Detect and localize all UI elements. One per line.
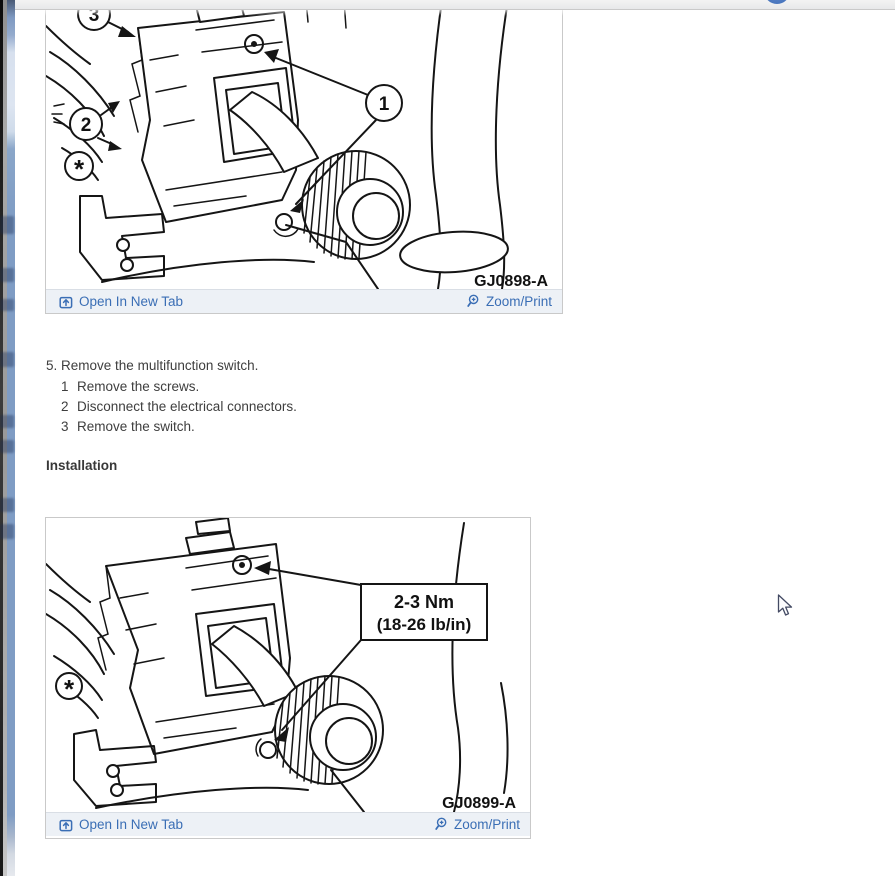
torque-value: 2-3 Nm [394,592,454,612]
background-window-edge-blue [7,0,15,876]
edge-blur-blob [0,440,14,453]
edge-blur-blob [0,498,14,512]
magnifier-plus-icon [466,294,480,309]
zoom-print-label: Zoom/Print [485,293,552,309]
figure-code: GJ0898-A [474,273,548,289]
open-in-new-tab-label: Open In New Tab [79,293,184,309]
substep-number: 3 [61,419,69,434]
zoom-print-label: Zoom/Print [453,816,520,832]
installation-heading: Installation [46,458,118,473]
mouse-cursor [777,594,793,616]
edge-blur-blob [0,268,14,282]
figure-gj0898: 1 3 2 * GJ0898-A Open In New Tab [45,0,563,314]
callout-2-label: 2 [81,115,92,136]
step-number: 5. [46,358,58,373]
substep-2: 2 Disconnect the electrical connectors. [61,399,297,414]
callout-1-label: 1 [379,94,390,115]
callout-star-label: * [64,674,75,704]
zoom-print-link[interactable]: Zoom/Print [466,294,552,309]
figure-code: GJ0899-A [442,795,516,812]
substep-number: 1 [61,379,69,394]
substep-1: 1 Remove the screws. [61,379,199,394]
edge-blur-blob [0,216,14,234]
diagram-multifunction-switch-installation: 2-3 Nm (18-26 lb/in) * GJ0899-A [46,518,528,812]
open-in-new-tab-icon [59,295,73,309]
substep-3: 3 Remove the switch. [61,419,195,434]
browser-toolbar-sliver [0,0,895,16]
substep-text: Disconnect the electrical connectors. [77,399,297,414]
step-5-line: 5. Remove the multifunction switch. [46,358,258,373]
torque-value-imperial: (18-26 lb/in) [377,615,471,634]
substep-text: Remove the switch. [77,419,195,434]
magnifier-plus-icon [434,817,448,832]
open-in-new-tab-icon [59,818,73,832]
open-in-new-tab-label: Open In New Tab [79,816,184,832]
figure-toolbar: Open In New Tab Zoom/Print [46,812,530,836]
open-in-new-tab-link[interactable]: Open In New Tab [59,295,183,309]
substep-text: Remove the screws. [77,379,200,394]
edge-blur-blob [0,524,14,539]
figure-gj0899: 2-3 Nm (18-26 lb/in) * GJ0899-A Open In … [45,517,531,839]
figure-toolbar: Open In New Tab Zoom/Print [46,289,562,313]
diagram-multifunction-switch-removal: 1 3 2 * GJ0898-A [46,0,560,289]
edge-blur-blob [0,352,14,367]
zoom-print-link[interactable]: Zoom/Print [434,817,520,832]
edge-blur-blob [0,415,14,428]
step-text: Remove the multifunction switch. [61,358,259,373]
open-in-new-tab-link[interactable]: Open In New Tab [59,818,183,832]
substep-number: 2 [61,399,69,414]
edge-blur-blob [0,299,14,311]
callout-star-label: * [74,154,85,184]
